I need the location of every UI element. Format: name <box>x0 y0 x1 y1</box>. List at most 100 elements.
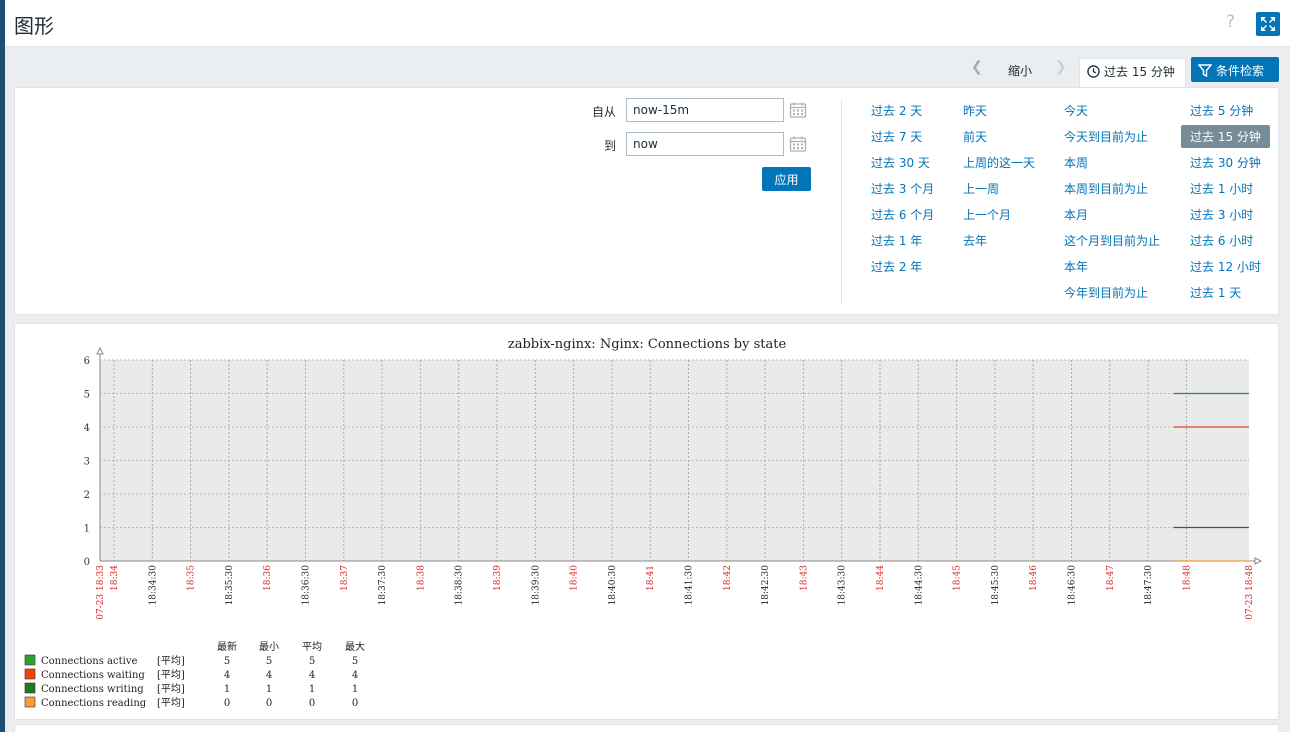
quick-range-link[interactable]: 今年到目前为止 <box>1064 284 1148 301</box>
filter-label: 条件检索 <box>1216 64 1265 78</box>
quick-range-link[interactable]: 过去 7 天 <box>871 128 922 145</box>
quick-range-link[interactable]: 上一周 <box>963 180 999 197</box>
quick-range-link[interactable]: 今天到目前为止 <box>1064 128 1148 145</box>
quick-range-link[interactable]: 过去 15 分钟 <box>1181 125 1270 148</box>
quick-range-link[interactable]: 本周到目前为止 <box>1064 180 1148 197</box>
x-tick-label: 18:36:30 <box>302 565 312 606</box>
x-tick-label: 18:46 <box>1029 565 1039 591</box>
x-tick-label: 18:44 <box>876 565 886 591</box>
next-period-icon[interactable]: ❯ <box>1055 59 1067 75</box>
x-tick-label: 18:35:30 <box>225 565 235 606</box>
quick-range-link[interactable]: 过去 1 天 <box>1190 284 1241 301</box>
x-tick-label: 18:41 <box>646 565 656 591</box>
legend-value: 4 <box>266 670 272 681</box>
quick-range-link[interactable]: 过去 6 个月 <box>871 206 934 223</box>
quick-range-link[interactable]: 本月 <box>1064 206 1088 223</box>
legend-value: 5 <box>224 656 230 667</box>
quick-range-link[interactable]: 过去 30 天 <box>871 154 930 171</box>
x-tick-label: 18:43:30 <box>838 565 848 606</box>
y-tick-label: 4 <box>84 423 90 434</box>
graph-chart: zabbix-nginx: Nginx: Connections by stat… <box>24 337 1263 709</box>
legend-swatch <box>24 668 36 680</box>
zoom-out-button[interactable]: 缩小 <box>1008 62 1032 79</box>
y-tick-label: 0 <box>84 557 90 568</box>
quick-range-link[interactable]: 过去 2 年 <box>871 258 922 275</box>
legend-func: [平均] <box>157 669 185 681</box>
legend-series-name: Connections writing <box>41 684 144 695</box>
legend-header: 平均 <box>302 641 322 653</box>
from-input[interactable]: now-15m <box>626 98 784 122</box>
x-tick-label: 07-23 18:33 <box>96 565 106 620</box>
x-tick-label: 18:45 <box>953 565 963 591</box>
page-header: 图形 ? <box>5 0 1290 47</box>
legend-value: 0 <box>224 698 230 709</box>
x-tick-label: 18:48 <box>1182 565 1192 591</box>
calendar-icon[interactable] <box>789 101 807 119</box>
y-tick-label: 1 <box>84 524 90 535</box>
quick-range-link[interactable]: 今天 <box>1064 102 1088 119</box>
to-input[interactable]: now <box>626 132 784 156</box>
next-panel <box>14 724 1279 732</box>
quick-range-link[interactable]: 前天 <box>963 128 987 145</box>
x-tick-label: 18:37:30 <box>378 565 388 606</box>
time-tab[interactable]: 过去 15 分钟 <box>1079 58 1186 87</box>
quick-range-link[interactable]: 昨天 <box>963 102 987 119</box>
x-tick-label: 18:41:30 <box>685 565 695 606</box>
x-tick-label: 18:43 <box>799 565 809 591</box>
legend-value: 0 <box>266 698 272 709</box>
x-tick-label: 18:44:30 <box>914 565 924 606</box>
x-tick-label: 18:42 <box>723 565 733 591</box>
quick-range-link[interactable]: 上周的这一天 <box>963 154 1035 171</box>
legend-value: 5 <box>352 656 358 667</box>
page-title: 图形 <box>14 14 54 38</box>
quick-range-link[interactable]: 过去 1 小时 <box>1190 180 1253 197</box>
apply-button[interactable]: 应用 <box>762 167 811 191</box>
quick-range-link[interactable]: 过去 5 分钟 <box>1190 102 1253 119</box>
quick-range-link[interactable]: 过去 2 天 <box>871 102 922 119</box>
fullscreen-icon <box>1261 17 1275 31</box>
legend-header: 最小 <box>259 641 279 653</box>
x-tick-label: 18:47:30 <box>1144 565 1154 606</box>
fullscreen-button[interactable] <box>1256 12 1280 36</box>
x-tick-label: 18:34:30 <box>148 565 158 606</box>
help-icon[interactable]: ? <box>1226 14 1235 31</box>
quick-range-link[interactable]: 这个月到目前为止 <box>1064 232 1160 249</box>
quick-range-link[interactable]: 过去 1 年 <box>871 232 922 249</box>
calendar-icon[interactable] <box>789 135 807 153</box>
legend-swatch <box>24 654 36 666</box>
quick-range-link[interactable]: 去年 <box>963 232 987 249</box>
filter-button[interactable]: 条件检索 <box>1191 57 1279 82</box>
y-tick-label: 6 <box>84 356 90 367</box>
quick-range-link[interactable]: 过去 3 个月 <box>871 180 934 197</box>
legend-value: 4 <box>309 670 315 681</box>
left-edge <box>0 0 5 732</box>
to-label: 到 <box>604 139 617 153</box>
quick-range-link[interactable]: 过去 30 分钟 <box>1190 154 1261 171</box>
time-tab-label: 过去 15 分钟 <box>1104 65 1175 79</box>
prev-period-icon[interactable]: ❮ <box>971 59 983 75</box>
quick-range-link[interactable]: 过去 12 小时 <box>1190 258 1261 275</box>
quick-range-link[interactable]: 过去 3 小时 <box>1190 206 1253 223</box>
y-tick-label: 2 <box>84 490 90 501</box>
legend-value: 4 <box>352 670 358 681</box>
quick-range-link[interactable]: 过去 6 小时 <box>1190 232 1253 249</box>
legend-series-name: Connections waiting <box>41 670 145 681</box>
x-tick-label: 18:46:30 <box>1068 565 1078 606</box>
quick-range-link[interactable]: 上一个月 <box>963 206 1011 223</box>
from-label: 自从 <box>592 105 617 119</box>
legend-value: 0 <box>352 698 358 709</box>
legend-value: 5 <box>266 656 272 667</box>
quick-range-link[interactable]: 本周 <box>1064 154 1088 171</box>
quick-range-link[interactable]: 本年 <box>1064 258 1088 275</box>
time-filter-panel: 自从 now-15m 到 now 应用 过去 2 天过去 7 天过去 30 天过… <box>14 87 1279 315</box>
legend-header: 最新 <box>217 640 237 653</box>
legend-value: 0 <box>309 698 315 709</box>
x-tick-label: 18:47 <box>1106 565 1116 591</box>
x-tick-label: 18:34 <box>110 565 120 591</box>
legend-value: 1 <box>266 684 272 695</box>
filter-icon <box>1197 64 1213 78</box>
chart-title: zabbix-nginx: Nginx: Connections by stat… <box>508 337 787 352</box>
x-tick-label: 18:36 <box>263 565 273 591</box>
timeline-tabs: ❮ 缩小 ❯ 过去 15 分钟 条件检索 <box>5 47 1290 87</box>
legend-value: 1 <box>224 684 230 695</box>
